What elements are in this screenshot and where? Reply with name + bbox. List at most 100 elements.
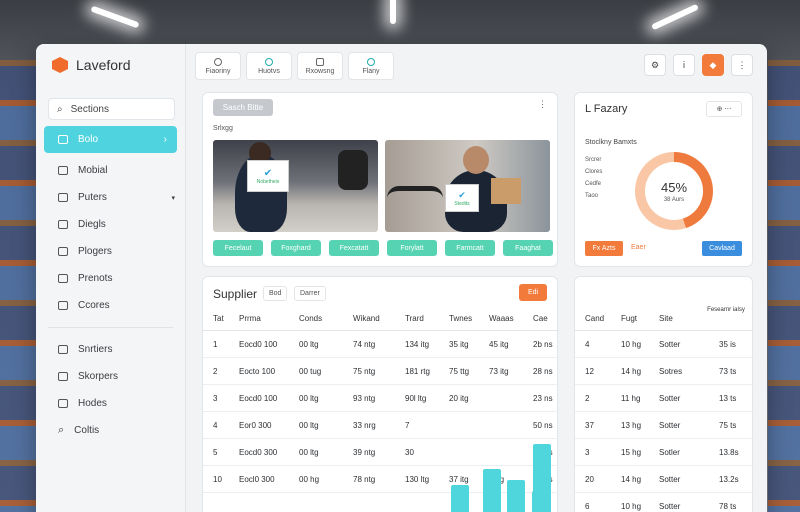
table-row[interactable]: 3 15 hg Sotler 13.8s	[575, 439, 754, 466]
shelf-right	[768, 60, 800, 512]
table-row[interactable]: 20 14 hg Sotter 13.2s	[575, 466, 754, 493]
photo-worker-with-box[interactable]: ✔ Stedits	[385, 140, 550, 232]
more-button[interactable]: ⋮	[731, 54, 753, 76]
table-cell: 75 ts	[719, 421, 737, 430]
table-cell: 20	[585, 475, 594, 484]
table-row[interactable]: 2 Eocto 100 00 tug 75 ntg 181 rtg 75 ttg 73 it…	[203, 358, 559, 385]
blue-button[interactable]: Cavlaad	[702, 241, 742, 256]
table-cell: 10	[213, 475, 222, 484]
table-row[interactable]: 5Eocd0 30000 ltg39 ntg3022 ns	[203, 439, 559, 466]
sidebar-item-diegls[interactable]: Diegls	[36, 211, 185, 238]
table-cell: Eocl0 300	[239, 475, 275, 484]
table-row[interactable]: 10Eocl0 30000 hg78 ntg130 ltg37 itg7 itg…	[203, 466, 559, 493]
tab-fiaoriny[interactable]: Fiaoriny	[195, 52, 241, 80]
ceiling-light	[651, 3, 699, 31]
column-header[interactable]: Fugt	[621, 314, 637, 323]
action-button-2[interactable]: Foxghard	[271, 240, 321, 256]
sidebar-item-mobial[interactable]: Mobial	[36, 157, 185, 184]
tab-label: Huotvs	[258, 67, 280, 75]
tab-label: Rxowsng	[305, 67, 335, 75]
table-cell: 13.8s	[719, 448, 739, 457]
supplier-header-row: Tat Prrma Conds Wikand Trard Twnes Waaas…	[203, 305, 559, 331]
chip[interactable]: Darrer	[294, 286, 326, 301]
text-link[interactable]: Eaer	[631, 244, 646, 251]
table-row[interactable]: 12 14 hg Sotres 73 ts	[575, 358, 754, 385]
table-row[interactable]: 1 Eocd0 100 00 ltg 74 ntg 134 itg 35 itg 45 it…	[203, 331, 559, 358]
action-button-5[interactable]: Farmcatt	[445, 240, 495, 256]
settings-button[interactable]: ⚙	[644, 54, 666, 76]
brand[interactable]: Laveford	[36, 44, 185, 86]
sidebar-item-coltis[interactable]: ⌕ Coltis	[36, 417, 185, 444]
table-cell: Eor0 300	[239, 421, 272, 430]
edit-button[interactable]: Edi	[519, 284, 547, 301]
column-header[interactable]: Trard	[405, 314, 424, 323]
sidebar-item-puters[interactable]: Puters ▾	[36, 184, 185, 211]
sidebar-item-plogers[interactable]: Plogers	[36, 238, 185, 265]
tab-flany[interactable]: Flany	[348, 52, 394, 80]
info-button[interactable]: ⅰ	[673, 54, 695, 76]
orange-button[interactable]: Fx Azts	[585, 241, 623, 256]
table-cell: 30	[405, 448, 414, 457]
notification-button[interactable]: ◆	[702, 54, 724, 76]
sidebar-item-ccores[interactable]: Ccores	[36, 292, 185, 319]
column-header[interactable]: Tat	[213, 314, 224, 323]
column-header[interactable]: Twnes	[449, 314, 472, 323]
table-cell: Eocto 100	[239, 367, 276, 376]
media-card: Sasch Bitte ⋮ Srlxgg ✔ Nobetheis ✔ Stedi…	[202, 92, 558, 267]
table-row[interactable]: 37 13 hg Sotter 75 ts	[575, 412, 754, 439]
top-actions: ⚙ ⅰ ◆ ⋮	[644, 54, 753, 76]
action-button-6[interactable]: Faaghat	[503, 240, 553, 256]
cardboard-box	[491, 178, 521, 204]
sidebar-item-snrtiers[interactable]: Snrtiers	[36, 336, 185, 363]
shelf-left	[0, 60, 40, 512]
factory-menu-button[interactable]: ⊕ ⋯	[706, 101, 742, 117]
table-cell: Eocd0 300	[239, 448, 278, 457]
column-header[interactable]: Cand	[585, 314, 604, 323]
table-cell: Sotler	[659, 448, 680, 457]
table-row[interactable]: 4 10 hg Sotter 35 is	[575, 331, 754, 358]
table-cell: 10 hg	[621, 340, 642, 349]
action-button-3[interactable]: Fexcatatt	[329, 240, 379, 256]
sidebar-item-prenots[interactable]: Prenots	[36, 265, 185, 292]
factory-card: L Fazary ⊕ ⋯ Stoclkny Bamxts Srcrer Clor…	[574, 92, 753, 267]
column-header[interactable]: Fesearnr ialsy	[705, 307, 747, 313]
sidebar-item-hodes[interactable]: Hodes	[36, 390, 185, 417]
column-header[interactable]: Waaas	[489, 314, 514, 323]
sidebar-item-label: Bolo	[78, 134, 99, 145]
tab-huotvs[interactable]: Huotvs	[246, 52, 292, 80]
table-cell: 134 itg	[405, 340, 430, 349]
sign-text: Stedits	[454, 200, 470, 207]
table-cell: 5	[213, 448, 218, 457]
column-header[interactable]: Site	[659, 314, 673, 323]
table-cell: 73 itg	[489, 367, 509, 376]
column-header[interactable]: Cae	[533, 314, 548, 323]
forklift-wheel	[338, 150, 368, 190]
column-header[interactable]: Wikand	[353, 314, 380, 323]
table-cell: 45 itg	[489, 340, 509, 349]
table-row[interactable]: 6 10 hg Sotter 78 ts	[575, 493, 754, 512]
legend-item: Taoo	[585, 193, 599, 199]
search-input[interactable]: ⌕ Sections	[48, 98, 175, 120]
sidebar-item-bolo[interactable]: Bolo ›	[44, 126, 177, 153]
sidebar-item-label: Coltis	[74, 425, 100, 436]
table-cell: Sotter	[659, 340, 681, 349]
divider	[48, 327, 173, 328]
table-cell: 00 ltg	[299, 421, 319, 430]
photo-kneeling-worker[interactable]: ✔ Nobetheis	[213, 140, 378, 232]
table-row[interactable]: 3 Eocd0 100 00 ltg 93 ntg 90l ltg 20 itg 23 ns	[203, 385, 559, 412]
action-button-4[interactable]: Forylatt	[387, 240, 437, 256]
card-more-icon[interactable]: ⋮	[538, 99, 547, 110]
table-cell: 7	[405, 421, 410, 430]
table-cell: 3	[585, 448, 590, 457]
action-button-1[interactable]: Fecelaut	[213, 240, 263, 256]
column-header[interactable]: Conds	[299, 314, 322, 323]
table-row[interactable]: 2 11 hg Sotter 13 ts	[575, 385, 754, 412]
column-header[interactable]: Prrma	[239, 314, 261, 323]
table-cell: Eocd0 100	[239, 340, 278, 349]
tab-rxowsng[interactable]: Rxowsng	[297, 52, 343, 80]
table-row[interactable]: 4 Eor0 300 00 ltg 33 nrg 7 50 ns	[203, 412, 559, 439]
tag-button[interactable]: Sasch Bitte	[213, 99, 273, 116]
table-cell: 1	[213, 340, 218, 349]
chip[interactable]: Bod	[263, 286, 288, 301]
sidebar-item-skorpers[interactable]: Skorpers	[36, 363, 185, 390]
